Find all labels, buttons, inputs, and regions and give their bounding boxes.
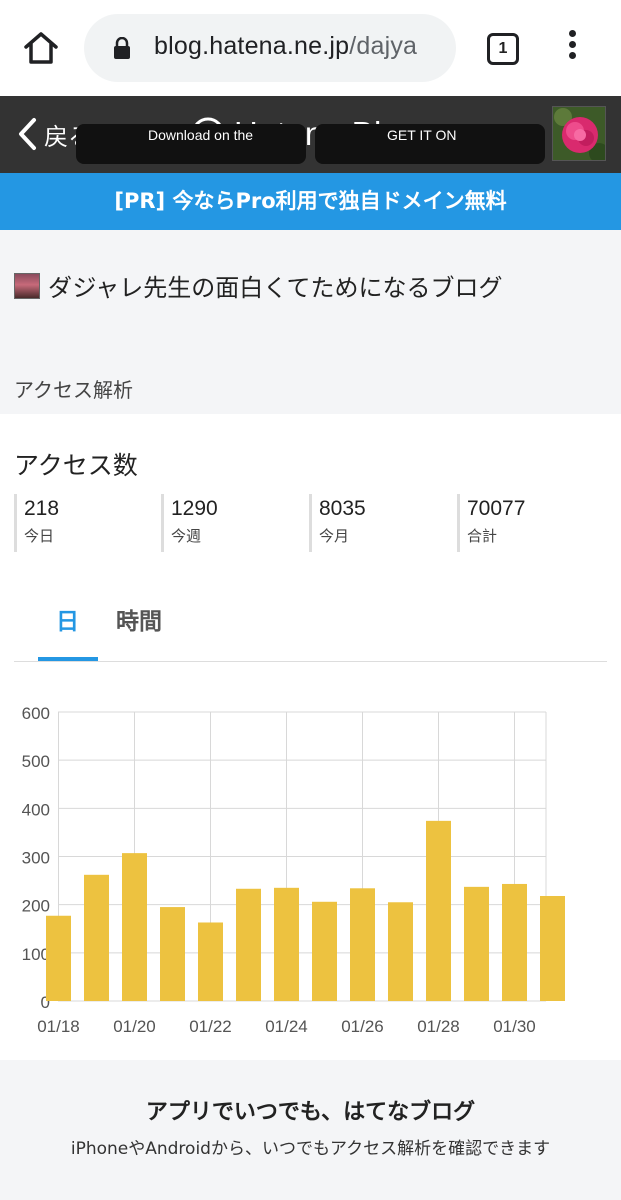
x-tick-label: 01/18 [37, 1017, 80, 1036]
app-store-button[interactable]: Download on the [76, 124, 306, 164]
access-bar-chart: 010020030040050060001/18 01/20 01/22 01/24 0… [22, 704, 565, 1036]
chart-bar [122, 853, 147, 1001]
y-tick-label: 600 [22, 704, 50, 723]
chart-bar [464, 886, 489, 1001]
y-tick-label: 400 [22, 800, 50, 819]
more-vert-icon[interactable] [562, 30, 582, 66]
x-tick-label: 01/30 [493, 1017, 536, 1036]
stat-value: 1290 [171, 497, 218, 520]
address-bar[interactable]: blog.hatena.ne.jp/dajya [84, 14, 456, 82]
stat-label: 今日 [24, 527, 55, 545]
chart-bar [84, 874, 109, 1001]
tab-divider [14, 661, 607, 662]
chart-bar [312, 901, 337, 1001]
access-heading: アクセス数 [14, 451, 138, 480]
stat-month: 8035 今月 [309, 494, 366, 552]
url-text: blog.hatena.ne.jp/dajya [154, 32, 418, 60]
app-promo-footer: アプリでいつでも、はてなブログ iPhoneやAndroidから、いつでもアクセ… [0, 1060, 621, 1200]
stat-total: 70077 合計 [457, 494, 525, 552]
chart-bar [388, 902, 413, 1001]
chart-bar [236, 888, 261, 1001]
blog-title-text: ダジャレ先生の面白くてためになるブログ [48, 274, 503, 302]
y-tick-label: 300 [22, 849, 50, 868]
home-icon[interactable] [22, 30, 60, 66]
chart-bar [426, 820, 451, 1001]
google-play-label: GET IT ON [387, 127, 457, 143]
chart-bar [350, 888, 375, 1001]
stat-value: 218 [24, 497, 60, 520]
flower-avatar[interactable] [552, 106, 606, 161]
browser-toolbar: blog.hatena.ne.jp/dajya 1 [0, 0, 621, 96]
x-tick-label: 01/26 [341, 1017, 384, 1036]
stat-value: 8035 [319, 497, 366, 520]
tab-hour[interactable]: 時間 [116, 602, 162, 636]
footer-text: iPhoneやAndroidから、いつでもアクセス解析を確認できます [70, 1139, 551, 1159]
y-tick-label: 100 [22, 945, 50, 964]
footer-title: アプリでいつでも、はてなブログ [145, 1100, 476, 1125]
blog-icon [14, 272, 40, 299]
x-tick-label: 01/20 [113, 1017, 156, 1036]
stat-today: 218 今日 [14, 494, 59, 552]
chart-bar [160, 907, 185, 1001]
stat-week: 1290 今週 [161, 494, 218, 552]
stat-label: 今月 [319, 527, 350, 545]
chart-bar [502, 883, 527, 1001]
lock-icon [114, 37, 130, 59]
x-tick-label: 01/28 [417, 1017, 460, 1036]
chart-bar [540, 895, 565, 1001]
chart-bar [198, 922, 223, 1001]
y-tick-label: 500 [22, 752, 50, 771]
stat-value: 70077 [467, 497, 526, 520]
app-store-label: Download on the [148, 127, 254, 143]
google-play-button[interactable]: GET IT ON [315, 124, 545, 164]
y-tick-label: 200 [22, 897, 50, 916]
chart-bar [274, 887, 299, 1001]
chart-bar [46, 915, 71, 1001]
stat-label: 今週 [171, 527, 202, 545]
section-label: アクセス解析 [14, 378, 133, 402]
stat-label: 合計 [467, 527, 498, 545]
back-chevron-icon [19, 118, 36, 150]
tab-switcher-icon[interactable]: 1 [487, 33, 519, 65]
tab-day[interactable]: 日 [56, 602, 79, 636]
promo-banner[interactable]: [PR] 今ならPro利用で独自ドメイン無料 [0, 173, 621, 230]
x-tick-label: 01/22 [189, 1017, 232, 1036]
x-tick-label: 01/24 [265, 1017, 308, 1036]
blog-title[interactable]: ダジャレ先生の面白くてためになるブログ [14, 268, 503, 303]
